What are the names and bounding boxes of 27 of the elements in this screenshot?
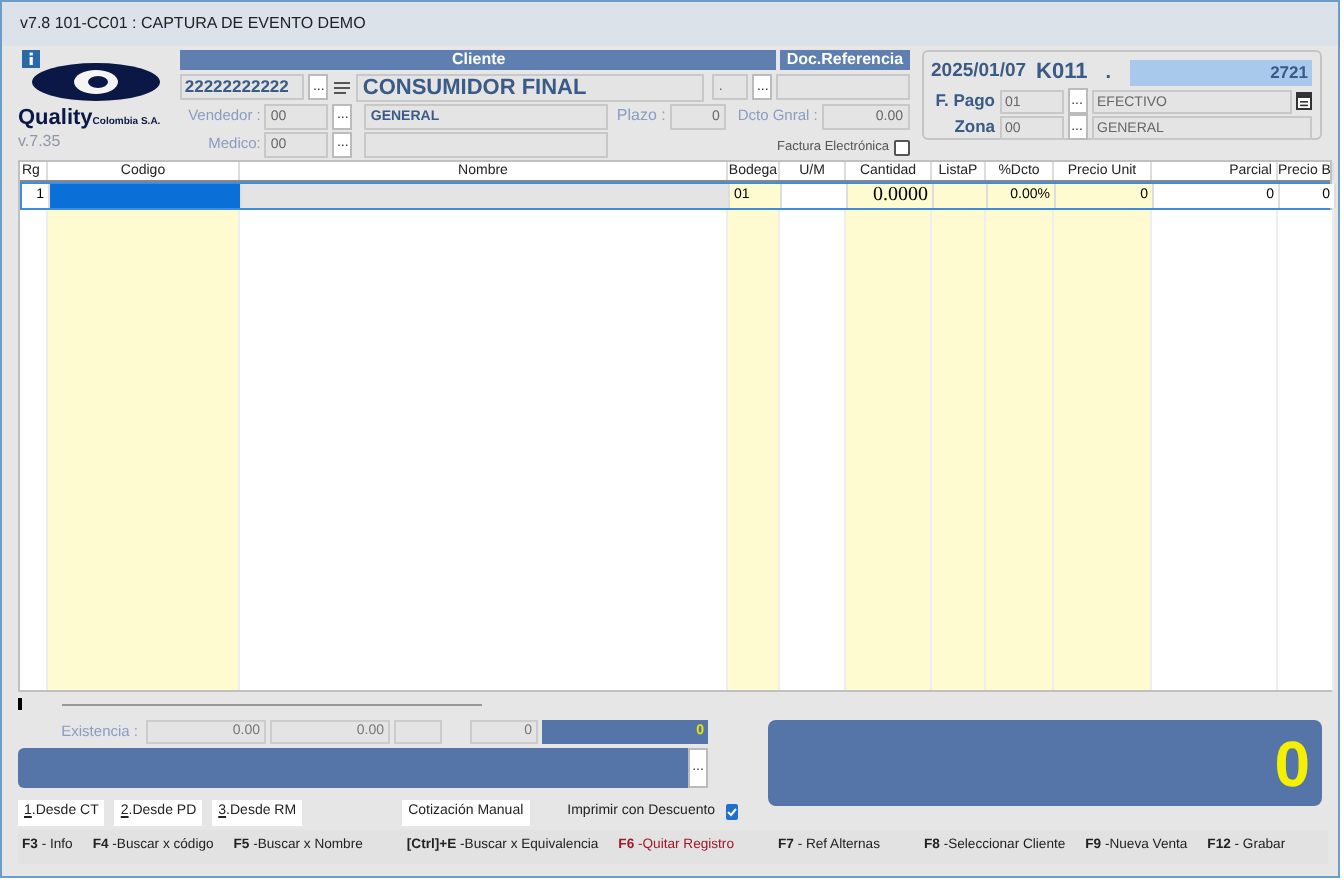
zona-label: Zona bbox=[952, 114, 995, 140]
window-title: v7.8 101-CC01 : CAPTURA DE EVENTO DEMO bbox=[20, 12, 366, 36]
cliente-code-field[interactable]: 22222222222 bbox=[180, 74, 305, 100]
medico-name-field[interactable] bbox=[364, 131, 609, 157]
document-icon[interactable] bbox=[1296, 92, 1312, 110]
document-code: K011 bbox=[1036, 57, 1088, 88]
menu-icon[interactable] bbox=[332, 77, 353, 97]
cliente-name-field[interactable]: CONSUMIDOR FINAL bbox=[356, 73, 705, 101]
document-number-field: 2721 bbox=[1129, 59, 1312, 85]
fpago-label: F. Pago bbox=[933, 88, 995, 114]
referencia-number-field[interactable] bbox=[776, 74, 909, 100]
factura-checkbox[interactable] bbox=[893, 140, 909, 156]
horizontal-scrollbar[interactable] bbox=[62, 703, 482, 705]
existencia-field bbox=[394, 720, 442, 744]
document-dot: . bbox=[1105, 59, 1112, 87]
plazo-label: Plazo : bbox=[616, 104, 666, 128]
imprimir-checkbox[interactable] bbox=[725, 804, 738, 820]
total-display: 0 bbox=[768, 720, 1322, 806]
doc-referencia-header: Doc.Referencia bbox=[780, 50, 909, 70]
logo-brand: Quality bbox=[18, 106, 93, 130]
cliente-header: Cliente bbox=[180, 50, 777, 70]
document-date: 2025/01/07 bbox=[931, 57, 1027, 86]
version-label: v.7.35 bbox=[18, 131, 61, 151]
logo-icon bbox=[30, 62, 162, 102]
table-cell: 0.0000 bbox=[848, 184, 934, 208]
info-icon[interactable] bbox=[22, 50, 40, 68]
table-cell bbox=[934, 184, 988, 208]
